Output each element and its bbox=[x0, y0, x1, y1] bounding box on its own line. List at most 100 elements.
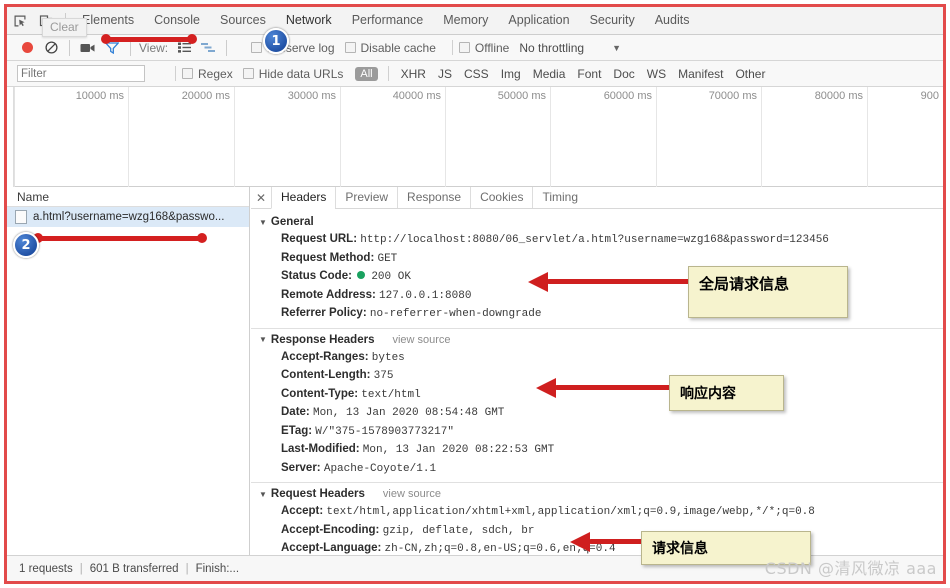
timeline-tick: 60000 ms bbox=[551, 87, 657, 187]
annotation-dot bbox=[187, 34, 197, 44]
header-key: Accept-Ranges: bbox=[281, 351, 369, 363]
divider bbox=[251, 328, 943, 329]
timeline-tick: 70000 ms bbox=[657, 87, 762, 187]
status-ok-icon bbox=[357, 271, 365, 279]
section-general[interactable]: ▼ General bbox=[251, 213, 943, 231]
header-key: Server: bbox=[281, 462, 321, 474]
throttling-select[interactable]: No throttling bbox=[519, 41, 584, 55]
header-key: Content-Length: bbox=[281, 369, 370, 381]
filter-type-font[interactable]: Font bbox=[571, 67, 607, 81]
filter-type-manifest[interactable]: Manifest bbox=[672, 67, 729, 81]
tab-timing[interactable]: Timing bbox=[532, 187, 587, 208]
header-row: Last-Modified: Mon, 13 Jan 2020 08:22:53… bbox=[251, 441, 943, 460]
tab-console[interactable]: Console bbox=[144, 7, 210, 34]
header-value: Mon, 13 Jan 2020 08:22:53 GMT bbox=[363, 444, 554, 456]
header-row: Accept-Encoding: gzip, deflate, sdch, br bbox=[251, 522, 943, 541]
clear-button[interactable] bbox=[39, 37, 63, 59]
screenshot-frame: Elements Console Sources Network Perform… bbox=[4, 4, 946, 584]
view-source-link[interactable]: view source bbox=[383, 488, 441, 500]
requests-column-header[interactable]: Name bbox=[7, 187, 249, 207]
regex-checkbox[interactable]: Regex bbox=[182, 67, 233, 81]
header-value: no-referrer-when-downgrade bbox=[370, 308, 542, 320]
timeline-tick: 40000 ms bbox=[341, 87, 446, 187]
hide-data-urls-checkbox[interactable]: Hide data URLs bbox=[243, 67, 344, 81]
clear-tooltip: Clear bbox=[42, 18, 87, 37]
close-icon[interactable]: ✕ bbox=[251, 191, 271, 205]
header-key: Content-Type: bbox=[281, 388, 358, 400]
section-response-headers[interactable]: ▼ Response Headers view source bbox=[251, 331, 943, 349]
filter-type-ws[interactable]: WS bbox=[641, 67, 672, 81]
section-request-headers[interactable]: ▼ Request Headers view source bbox=[251, 485, 943, 503]
record-button[interactable] bbox=[15, 37, 39, 59]
filter-type-css[interactable]: CSS bbox=[458, 67, 495, 81]
tab-cookies[interactable]: Cookies bbox=[470, 187, 532, 208]
tab-sources[interactable]: Sources bbox=[210, 7, 276, 34]
tab-headers[interactable]: Headers bbox=[271, 187, 335, 209]
tab-performance[interactable]: Performance bbox=[342, 7, 434, 34]
timeline-tick-label: 20000 ms bbox=[182, 90, 230, 102]
tab-preview[interactable]: Preview bbox=[335, 187, 397, 208]
view-source-link[interactable]: view source bbox=[392, 334, 450, 346]
filter-type-img[interactable]: Img bbox=[495, 67, 527, 81]
tab-network[interactable]: Network bbox=[276, 7, 342, 34]
headers-detail-content: ▼ General Request URL: http://localhost:… bbox=[251, 209, 943, 555]
chevron-down-icon: ▼ bbox=[259, 335, 267, 344]
header-key: Accept: bbox=[281, 505, 323, 517]
tab-security[interactable]: Security bbox=[580, 7, 645, 34]
annotation-line-2 bbox=[35, 236, 205, 241]
filter-toolbar: Regex Hide data URLs All XHR JS CSS Img … bbox=[7, 61, 943, 87]
filter-type-media[interactable]: Media bbox=[527, 67, 572, 81]
timeline-tick: 20000 ms bbox=[129, 87, 235, 187]
header-value: 127.0.0.1:8080 bbox=[379, 290, 471, 302]
disable-cache-checkbox[interactable]: Disable cache bbox=[345, 41, 436, 55]
chevron-down-icon: ▼ bbox=[259, 490, 267, 499]
request-name: a.html?username=wzg168&passwo... bbox=[33, 211, 224, 223]
header-value: Mon, 13 Jan 2020 08:54:48 GMT bbox=[313, 407, 504, 419]
network-overview-timeline[interactable]: 10000 ms 20000 ms 30000 ms 40000 ms 5000… bbox=[7, 87, 943, 187]
checkbox-icon bbox=[345, 42, 356, 53]
tab-response[interactable]: Response bbox=[397, 187, 470, 208]
filter-divider bbox=[175, 66, 176, 81]
filter-type-other[interactable]: Other bbox=[729, 67, 771, 81]
header-row: Accept-Ranges: bytes bbox=[251, 349, 943, 368]
header-value: bytes bbox=[372, 352, 405, 364]
offline-label: Offline bbox=[475, 41, 509, 55]
inspect-cursor-icon[interactable] bbox=[7, 8, 33, 34]
timeline-tick: 80000 ms bbox=[762, 87, 868, 187]
header-key: Date: bbox=[281, 406, 310, 418]
checkbox-icon bbox=[182, 68, 193, 79]
divider bbox=[251, 482, 943, 483]
filter-type-js[interactable]: JS bbox=[432, 67, 458, 81]
header-value: text/html bbox=[361, 389, 420, 401]
capture-screenshots-button[interactable] bbox=[76, 37, 100, 59]
tab-application[interactable]: Application bbox=[498, 7, 579, 34]
filter-type-xhr[interactable]: XHR bbox=[395, 67, 432, 81]
filter-divider-2 bbox=[388, 66, 389, 81]
checkbox-icon bbox=[459, 42, 470, 53]
annotation-arrow-1 bbox=[528, 272, 548, 292]
waterfall-view-icon[interactable] bbox=[196, 37, 220, 59]
toolbar-divider-5 bbox=[452, 40, 453, 55]
filter-type-doc[interactable]: Doc bbox=[607, 67, 640, 81]
header-row: ETag: W/"375-1578903773217" bbox=[251, 423, 943, 442]
checkbox-icon bbox=[251, 42, 262, 53]
header-key: Referrer Policy: bbox=[281, 307, 367, 319]
header-value: Apache-Coyote/1.1 bbox=[324, 463, 436, 475]
timeline-tick-label: 50000 ms bbox=[498, 90, 546, 102]
request-detail-pane: ✕ Headers Preview Response Cookies Timin… bbox=[251, 187, 943, 555]
header-key: Accept-Language: bbox=[281, 542, 381, 554]
table-row[interactable]: a.html?username=wzg168&passwo... bbox=[7, 207, 249, 227]
offline-checkbox[interactable]: Offline bbox=[459, 41, 509, 55]
filter-input[interactable] bbox=[17, 65, 145, 82]
header-row: Server: Apache-Coyote/1.1 bbox=[251, 460, 943, 479]
timeline-tick-label: 30000 ms bbox=[288, 90, 336, 102]
header-key: Remote Address: bbox=[281, 289, 376, 301]
tab-audits[interactable]: Audits bbox=[645, 7, 700, 34]
section-title-text: General bbox=[271, 216, 314, 228]
header-row: Accept: text/html,application/xhtml+xml,… bbox=[251, 503, 943, 522]
chevron-down-icon[interactable]: ▼ bbox=[612, 43, 621, 53]
tab-memory[interactable]: Memory bbox=[433, 7, 498, 34]
annotation-line-1 bbox=[103, 37, 195, 42]
filter-type-all[interactable]: All bbox=[355, 67, 377, 81]
header-value: text/html,application/xhtml+xml,applicat… bbox=[326, 506, 814, 518]
